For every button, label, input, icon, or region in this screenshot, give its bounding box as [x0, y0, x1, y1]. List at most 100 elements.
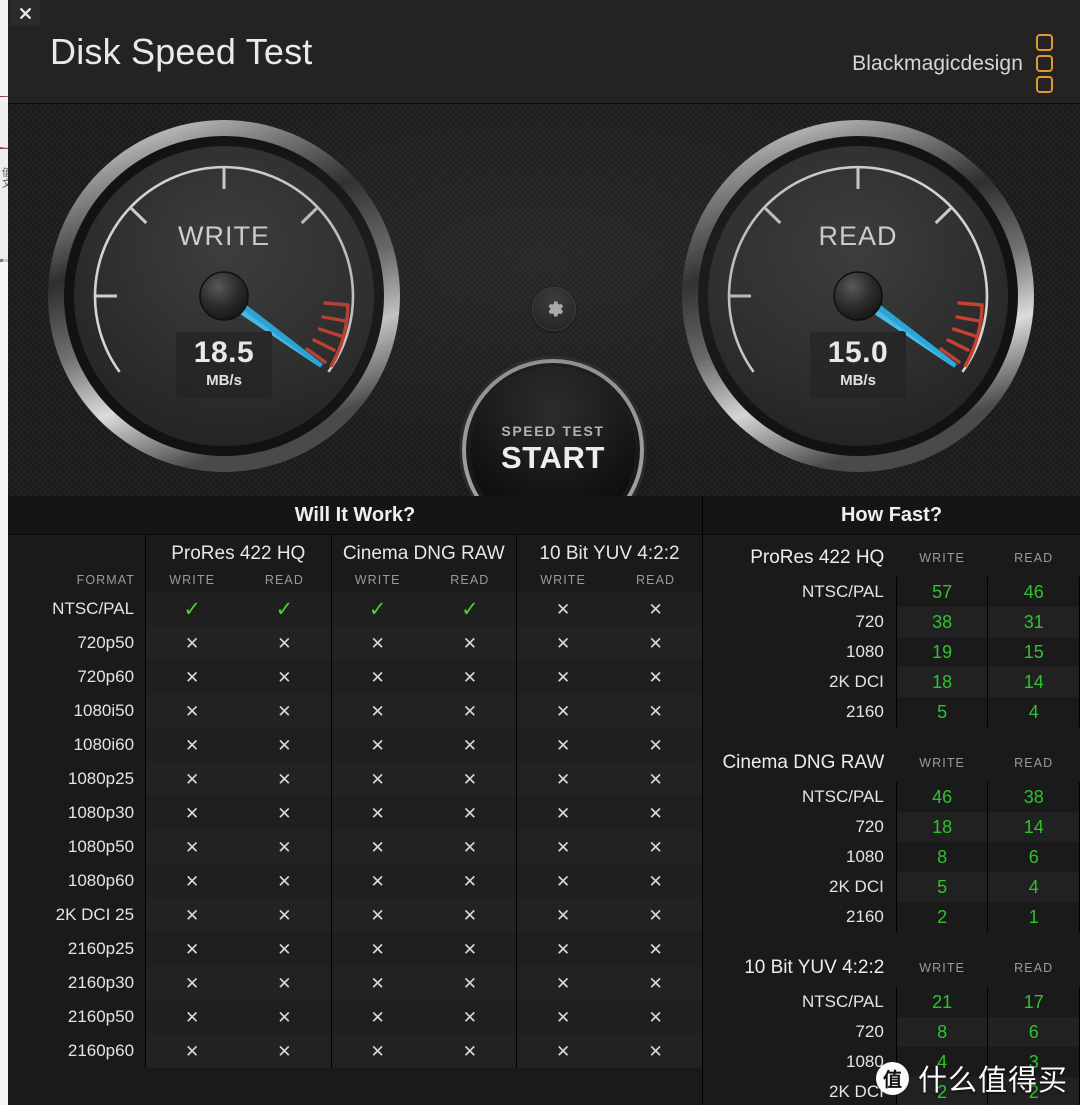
cross-icon: ✕: [145, 796, 239, 830]
cross-icon: ✕: [424, 660, 517, 694]
resolution-label: 720: [855, 817, 884, 836]
cross-icon: ✕: [145, 932, 239, 966]
group-header-yuv: 10 Bit YUV 4:2:2: [515, 535, 702, 567]
format-label: 1080p30: [67, 803, 135, 822]
gear-icon: [548, 301, 564, 317]
how-fast-sub-header-write: WRITE: [919, 960, 965, 975]
cross-icon: ✕: [145, 1034, 239, 1068]
table-row: 720 8 6: [703, 1017, 1080, 1047]
speed-value-read: 46: [987, 577, 1080, 607]
table-row: 1080 4 3: [703, 1047, 1080, 1077]
speed-value-write: 18: [895, 667, 989, 697]
how-fast-sub-header-write: WRITE: [919, 550, 965, 565]
page-title: Disk Speed Test: [50, 31, 313, 72]
cross-icon: ✕: [609, 762, 702, 796]
speed-value-read: 6: [987, 1017, 1080, 1047]
close-button[interactable]: [10, 0, 40, 26]
write-gauge: WRITE 18.5 MB/s: [44, 116, 404, 476]
how-fast-title: How Fast?: [703, 496, 1080, 535]
cross-icon: ✕: [515, 762, 610, 796]
cross-icon: ✕: [145, 830, 239, 864]
how-fast-group-header: 10 Bit YUV 4:2:2 WRITE READ: [703, 948, 1080, 987]
table-row: 1080p30 ✕ ✕ ✕ ✕ ✕ ✕: [8, 796, 702, 830]
speed-value-read: 3: [987, 1047, 1080, 1077]
table-row: 720p50 ✕ ✕ ✕ ✕ ✕ ✕: [8, 626, 702, 660]
desktop-strip-bottom: [0, 262, 8, 1105]
results-section: Will It Work? ProRes 422 HQ Cinema DNG R…: [8, 496, 1080, 1105]
sub-header-10-bit-yuv-4-2-2-write: WRITE: [515, 567, 610, 592]
settings-button[interactable]: [532, 287, 576, 331]
disk-speed-test-window: Disk Speed Test Blackmagicdesign WRITE 1…: [8, 0, 1080, 1105]
resolution-label: 2K DCI: [829, 672, 884, 691]
table-row: 2160p50 ✕ ✕ ✕ ✕ ✕ ✕: [8, 1000, 702, 1034]
cross-icon: ✕: [238, 864, 331, 898]
cross-icon: ✕: [515, 1034, 610, 1068]
cross-icon: ✕: [423, 626, 517, 660]
cross-icon: ✕: [609, 626, 702, 660]
cross-icon: ✕: [330, 1000, 424, 1034]
check-icon: ✓: [424, 592, 517, 626]
speed-value-read: 14: [987, 667, 1080, 697]
cross-icon: ✕: [238, 694, 332, 728]
cross-icon: ✕: [238, 660, 331, 694]
format-label: 1080p50: [67, 837, 135, 856]
resolution-label: NTSC/PAL: [801, 992, 884, 1011]
check-icon: ✓: [330, 592, 424, 626]
table-row: 1080p50 ✕ ✕ ✕ ✕ ✕ ✕: [8, 830, 702, 864]
speed-value-write: 2: [895, 1077, 989, 1105]
desktop-strip-top: [0, 0, 8, 96]
speed-value-write: 5: [895, 697, 989, 727]
cross-icon: ✕: [145, 728, 239, 762]
cross-icon: ✕: [515, 694, 610, 728]
cross-icon: ✕: [515, 830, 610, 864]
speed-value-read: 2: [987, 1077, 1080, 1105]
cross-icon: ✕: [145, 1000, 239, 1034]
cross-icon: ✕: [330, 966, 424, 1000]
cross-icon: ✕: [515, 660, 610, 694]
group-header-dng: Cinema DNG RAW: [330, 535, 517, 567]
cross-icon: ✕: [330, 898, 424, 932]
cross-icon: ✕: [424, 932, 517, 966]
format-label: 720p60: [77, 667, 135, 686]
speed-value-read: 17: [987, 987, 1080, 1017]
app-header: Disk Speed Test Blackmagicdesign: [8, 0, 1080, 104]
table-row: 1080 8 6: [703, 842, 1080, 872]
cross-icon: ✕: [515, 728, 610, 762]
how-fast-sub-header-write: WRITE: [919, 755, 965, 770]
resolution-label: 2K DCI: [829, 1082, 884, 1101]
how-fast-sub-header-read: READ: [1014, 755, 1054, 770]
cross-icon: ✕: [330, 728, 424, 762]
how-fast-table: ProRes 422 HQ WRITE READ NTSC/PAL 57 46 720 38 3…: [703, 538, 1080, 1105]
how-fast-group-header: Cinema DNG RAW WRITE READ: [703, 743, 1080, 782]
brand-logo: Blackmagicdesign: [852, 34, 1053, 93]
cross-icon: ✕: [423, 1034, 517, 1068]
table-row: 720 38 31: [703, 607, 1080, 637]
table-row: NTSC/PAL 21 17: [703, 987, 1080, 1017]
cross-icon: ✕: [423, 966, 517, 1000]
will-it-work-title: Will It Work?: [8, 496, 702, 535]
speed-value-write: 18: [895, 812, 989, 842]
cross-icon: ✕: [238, 932, 331, 966]
cross-icon: ✕: [145, 966, 239, 1000]
how-fast-wrap: ProRes 422 HQ WRITE READ NTSC/PAL 57 46 720 38 3…: [703, 538, 1080, 1105]
cross-icon: ✕: [145, 694, 239, 728]
how-fast-group-name: ProRes 422 HQ: [750, 546, 885, 568]
desktop-strip-2: [0, 97, 8, 147]
how-fast-panel: How Fast? ProRes 422 HQ WRITE READ NTSC/PAL…: [703, 496, 1080, 1105]
cross-icon: ✕: [423, 898, 517, 932]
brand-mark-icon: [1036, 34, 1053, 93]
table-row: 2160p25 ✕ ✕ ✕ ✕ ✕ ✕: [8, 932, 702, 966]
cross-icon: ✕: [145, 762, 239, 796]
table-row: 2160 5 4: [703, 697, 1080, 727]
cross-icon: ✕: [145, 864, 239, 898]
cross-icon: ✕: [515, 898, 610, 932]
format-label: 2160p30: [67, 973, 135, 992]
cross-icon: ✕: [330, 864, 424, 898]
sub-header-prores-422-hq-write: WRITE: [145, 567, 239, 592]
cross-icon: ✕: [423, 694, 517, 728]
resolution-label: 720: [855, 612, 884, 631]
how-fast-body: ProRes 422 HQ WRITE READ NTSC/PAL 57 46 720 38 3…: [703, 538, 1080, 1105]
table-row: 720p60 ✕ ✕ ✕ ✕ ✕ ✕: [8, 660, 702, 694]
speed-test-start-button[interactable]: SPEED TEST START: [470, 367, 636, 496]
speed-value-read: 15: [987, 637, 1080, 667]
